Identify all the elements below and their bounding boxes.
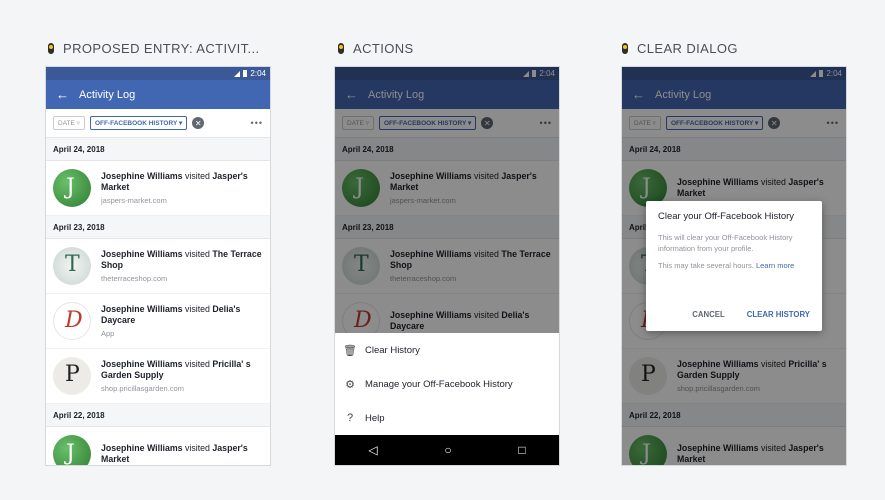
- help-icon: ?: [346, 412, 354, 424]
- panel-title-clear-dialog: CLEAR DIALOG: [622, 41, 738, 56]
- clear-filter-icon[interactable]: ✕: [192, 117, 205, 129]
- lightbulb-icon: [622, 43, 628, 54]
- list-item[interactable]: Josephine Williams visited Delia's Dayca…: [46, 294, 270, 349]
- lightbulb-icon: [48, 43, 54, 54]
- phone-actions: 2:04 ← Activity Log DATE ▿ OFF-FACEBOOK …: [334, 66, 560, 466]
- more-options-icon[interactable]: •••: [251, 118, 263, 128]
- status-time: 2:04: [250, 69, 266, 78]
- status-bar: 2:04: [46, 67, 270, 80]
- back-arrow-icon[interactable]: ←: [56, 87, 69, 102]
- list-item[interactable]: Josephine Williams visited Pricilla' s G…: [46, 349, 270, 404]
- nav-home-icon[interactable]: ○: [444, 443, 451, 457]
- dialog-buttons: CANCEL CLEAR HISTORY: [692, 310, 810, 319]
- delias-daycare-avatar: [53, 302, 91, 340]
- jaspers-market-avatar: [53, 169, 91, 207]
- cancel-button[interactable]: CANCEL: [692, 310, 725, 319]
- list-item[interactable]: Josephine Williams visited Jasper's Mark…: [46, 161, 270, 216]
- phone-proposed-entry: 2:04 ← Activity Log DATE ▿ OFF-FACEBOOK …: [45, 66, 271, 466]
- jaspers-market-avatar: [53, 435, 91, 465]
- pricillas-garden-avatar: [53, 357, 91, 395]
- date-header: April 22, 2018: [46, 404, 270, 427]
- android-nav-bar: ◁ ○ □: [335, 435, 559, 465]
- battery-icon: [243, 70, 248, 77]
- learn-more-link[interactable]: Learn more: [756, 261, 794, 270]
- action-sheet: 🗑 Clear History ⚙ Manage your Off-Facebook…: [335, 333, 559, 437]
- clear-history-dialog: Clear your Off-Facebook History This wil…: [646, 201, 822, 331]
- app-bar: ← Activity Log: [46, 80, 270, 109]
- date-filter-chip[interactable]: DATE ▿: [53, 116, 85, 130]
- dialog-note: This may take several hours. Learn more: [658, 261, 795, 270]
- lightbulb-icon: [338, 43, 344, 54]
- help-action[interactable]: ? Help: [335, 401, 559, 435]
- list-item[interactable]: Josephine Williams visited The Terrace S…: [46, 239, 270, 294]
- terrace-shop-avatar: [53, 247, 91, 285]
- off-facebook-filter-chip[interactable]: OFF-FACEBOOK HISTORY ▾: [89, 116, 188, 130]
- nav-back-icon[interactable]: ◁: [368, 443, 377, 457]
- clear-history-button[interactable]: CLEAR HISTORY: [747, 310, 810, 319]
- gear-icon: ⚙: [345, 378, 355, 391]
- appbar-title: Activity Log: [79, 88, 136, 101]
- phone-clear-dialog: 2:04 ← Activity Log DATE ▿ OFF-FACEBOOK …: [621, 66, 847, 466]
- list-item[interactable]: Josephine Williams visited Jasper's Mark…: [46, 427, 270, 465]
- nav-recents-icon[interactable]: □: [518, 443, 525, 457]
- date-header: April 23, 2018: [46, 216, 270, 239]
- dialog-title: Clear your Off-Facebook History: [658, 211, 795, 222]
- dialog-body: This will clear your Off-Facebook Histor…: [658, 233, 793, 253]
- panel-title-proposed-entry: PROPOSED ENTRY: ACTIVIT...: [48, 41, 260, 56]
- panel-title-actions: ACTIONS: [338, 41, 414, 56]
- manage-history-action[interactable]: ⚙ Manage your Off-Facebook History: [335, 367, 559, 401]
- signal-icon: [234, 70, 241, 77]
- date-header: April 24, 2018: [46, 138, 270, 161]
- trash-icon: 🗑: [343, 344, 357, 357]
- clear-history-action[interactable]: 🗑 Clear History: [335, 333, 559, 367]
- filter-bar: DATE ▿ OFF-FACEBOOK HISTORY ▾ ✕ •••: [46, 109, 270, 138]
